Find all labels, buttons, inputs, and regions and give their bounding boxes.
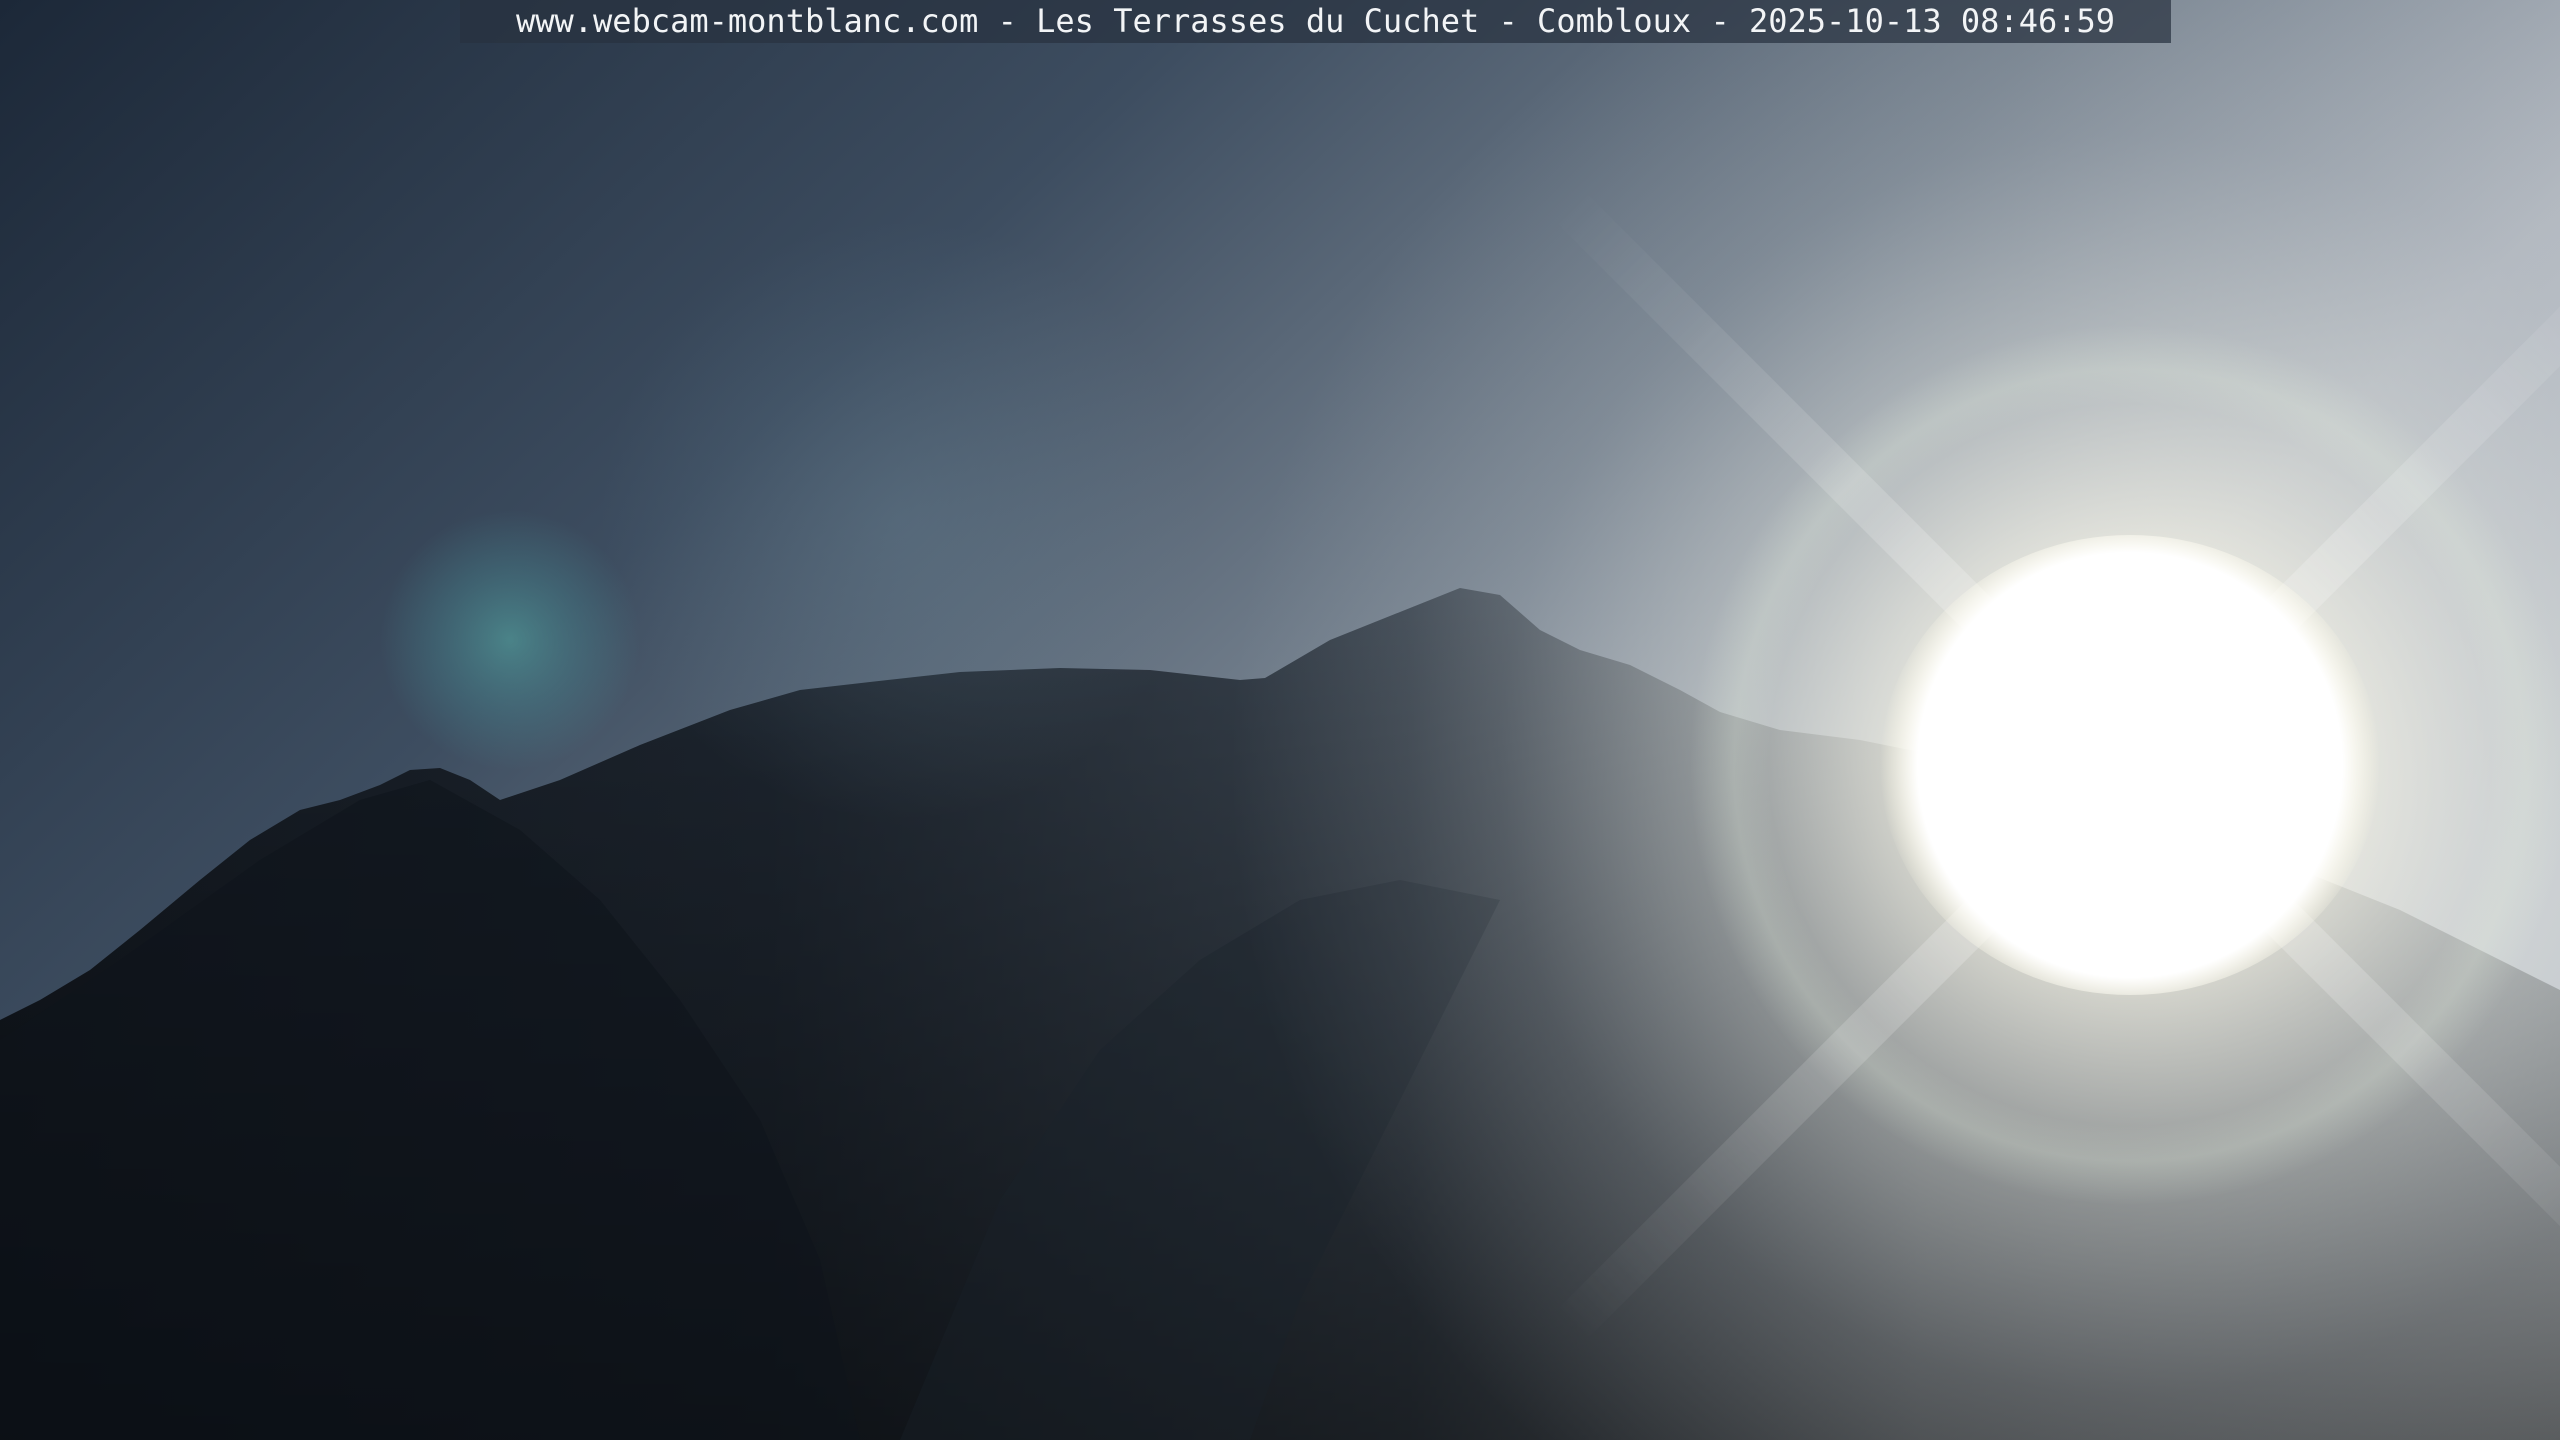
sun bbox=[1880, 535, 2380, 995]
webcam-frame: www.webcam-montblanc.com - Les Terrasses… bbox=[0, 0, 2560, 1440]
webcam-caption-bar: www.webcam-montblanc.com - Les Terrasses… bbox=[460, 0, 2171, 43]
webcam-caption: www.webcam-montblanc.com - Les Terrasses… bbox=[515, 2, 2116, 40]
webcam-image bbox=[0, 0, 2560, 1440]
